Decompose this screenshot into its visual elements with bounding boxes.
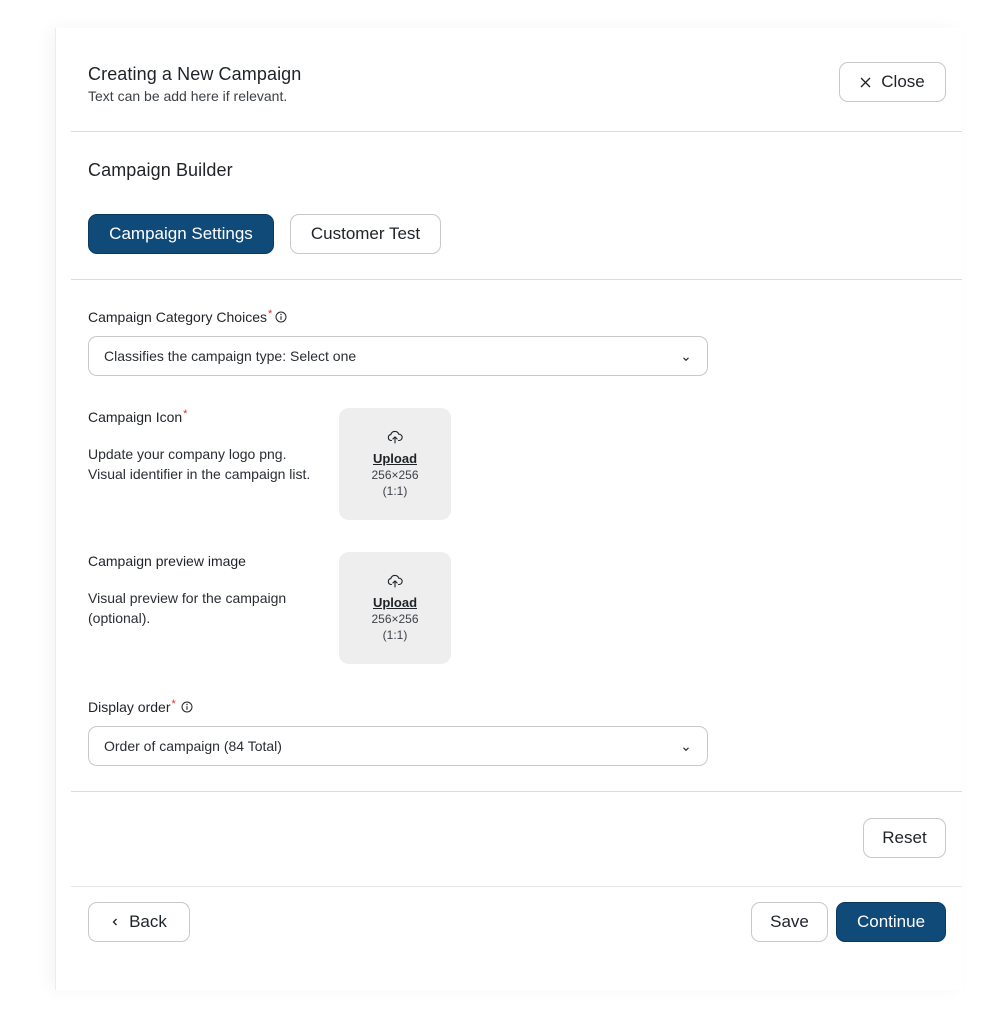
upload-size: 256×256 [371,467,419,482]
display-order-label-text: Display order [88,699,171,715]
tab-customer-test[interactable]: Customer Test [290,214,441,254]
reset-button-label: Reset [882,828,927,847]
description-line: (optional). [88,610,151,626]
category-label-text: Campaign Category Choices [88,309,267,325]
campaign-icon-label: Campaign Icon * [88,408,188,426]
back-button-label: Back [129,912,167,931]
upload-ratio: (1:1) [382,483,408,498]
category-select[interactable]: Classifies the campaign type: Select one [88,336,708,376]
info-icon[interactable] [181,701,193,713]
reset-button[interactable]: Reset [863,818,946,858]
page-title: Creating a New Campaign [88,64,302,84]
required-mark: * [171,698,176,710]
required-mark: * [183,408,188,420]
close-button-label: Close [881,72,925,91]
required-mark: * [267,308,273,320]
display-order-select-value: Order of campaign (84 Total) [104,738,282,754]
category-label: Campaign Category Choices * [88,309,287,325]
info-icon[interactable] [275,311,287,323]
campaign-icon-upload[interactable]: Upload 256×256 (1:1) [339,408,451,520]
tab-label: Customer Test [310,224,421,243]
display-order-select[interactable]: Order of campaign (84 Total) [88,726,708,766]
preview-image-label: Campaign preview image [88,553,246,569]
chevron-left-icon [111,917,119,927]
upload-link[interactable]: Upload [373,595,417,611]
upload-cloud-icon [387,574,403,593]
continue-button-label: Continue [856,912,926,931]
preview-image-description: Visual preview for the campaign (optiona… [88,588,286,628]
display-order-label: Display order * [88,699,193,715]
save-button[interactable]: Save [751,902,828,942]
description-line: Visual preview for the campaign [88,590,287,606]
category-select-value: Classifies the campaign type: Select one [104,348,357,364]
save-button-label: Save [770,912,809,931]
divider [71,131,962,132]
description-line: Visual identifier in the campaign list. [88,466,311,482]
page-subtitle: Text can be add here if relevant. [88,88,288,104]
close-button[interactable]: Close [839,62,946,102]
divider [71,886,962,887]
close-icon [860,77,871,88]
upload-link[interactable]: Upload [373,451,417,467]
campaign-icon-description: Update your company logo png. Visual ide… [88,444,310,484]
upload-ratio: (1:1) [382,627,408,642]
preview-image-label-text: Campaign preview image [88,553,246,569]
section-heading: Campaign Builder [88,160,233,180]
divider [71,791,962,792]
upload-cloud-icon [387,430,403,449]
back-button[interactable]: Back [88,902,190,942]
chevron-down-icon [681,351,691,367]
campaign-panel: Creating a New Campaign Text can be add … [55,28,962,990]
continue-button[interactable]: Continue [836,902,946,942]
chevron-down-icon [681,741,691,757]
tab-campaign-settings[interactable]: Campaign Settings [88,214,274,254]
tab-label: Campaign Settings [109,224,253,243]
campaign-icon-label-text: Campaign Icon [88,409,183,425]
upload-size: 256×256 [371,611,419,626]
divider [71,279,962,280]
description-line: Update your company logo png. [88,446,287,462]
preview-image-upload[interactable]: Upload 256×256 (1:1) [339,552,451,664]
